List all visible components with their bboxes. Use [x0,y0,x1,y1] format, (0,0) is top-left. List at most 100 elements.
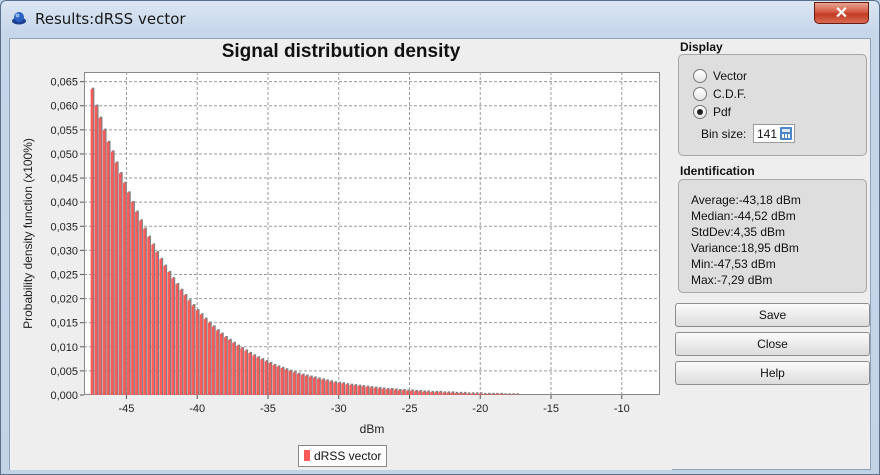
bar [155,252,158,395]
bar [232,342,235,395]
x-tick-label: -20 [472,403,488,415]
bar [248,353,251,395]
y-axis-label: Probability density function (x100%) [21,138,35,329]
bar [260,359,264,395]
stat-variance: Variance:18,95 dBm [691,241,799,255]
identification-group-label: Identification [680,164,755,178]
bar [252,355,255,395]
bar [345,384,348,395]
radio-vector-button[interactable] [693,69,707,83]
display-group-label: Display [680,40,723,54]
y-tick-label: 0,045 [50,173,78,185]
bin-size-input[interactable]: 141 [753,124,795,143]
bar [389,389,393,395]
bar [418,391,421,395]
x-tick-label: -15 [543,403,559,415]
radio-vector-label: Vector [713,69,748,83]
stat-min: Min:-47,53 dBm [691,257,776,271]
bar [381,388,385,395]
bar [183,295,187,395]
bar [357,385,361,395]
bin-size-label: Bin size: [701,127,747,141]
bar [341,383,344,395]
radio-cdf-button[interactable] [693,87,707,101]
radio-cdf[interactable]: C.D.F. [693,86,746,102]
bar [442,392,446,395]
bar [325,380,328,395]
bar [426,391,429,395]
bar [244,350,247,395]
x-tick-label: -25 [402,403,418,415]
y-tick-label: 0,060 [50,101,78,113]
bar [482,394,486,395]
bar [361,386,365,395]
bar [98,117,102,395]
bar [268,363,272,395]
x-tick-label: -10 [614,403,630,415]
bar [304,375,308,395]
chart-svg: 0,000 0,005 0,010 0,015 0,020 0,025 0,030 0,035… [21,72,660,436]
bar [187,300,191,395]
close-button[interactable]: Close [675,332,870,356]
radio-vector[interactable]: Vector [693,68,747,84]
bar [402,390,405,395]
bar [288,370,292,395]
bar [446,392,449,395]
radio-pdf-button[interactable] [693,105,707,119]
y-tick-label: 0,005 [50,366,78,378]
bar [349,384,353,395]
bar [296,373,300,395]
legend: dRSS vector [298,445,388,467]
bar [207,322,211,395]
bar [167,272,171,395]
bar [434,392,437,395]
window-title: Results:dRSS vector [35,10,186,28]
bar [171,278,175,395]
bar [458,393,462,395]
bar [333,382,336,395]
radio-pdf[interactable]: Pdf [693,104,731,120]
bar [90,88,94,395]
bar [499,394,502,395]
x-axis-label: dBm [360,422,385,436]
help-button[interactable]: Help [675,361,870,385]
bar [191,305,195,395]
bar [220,333,223,395]
bar [292,372,296,395]
bar [199,314,203,395]
bar [118,173,122,395]
bar [127,192,130,395]
bar [369,387,373,395]
bar [309,376,312,395]
bar [276,366,280,395]
bar [474,393,478,395]
save-button[interactable]: Save [675,303,870,327]
bar [462,393,466,395]
bar [373,387,377,395]
x-tick-label: -30 [331,403,347,415]
bar [179,289,183,395]
bar [256,357,259,395]
window-close-button[interactable]: ✕ [814,2,869,24]
legend-swatch [304,450,310,461]
title-bar[interactable]: Results:dRSS vector ✕ [1,1,879,35]
stat-average: Average:-43,18 dBm [691,193,801,207]
calculator-icon[interactable] [780,127,792,140]
y-tick-label: 0,020 [50,294,78,306]
bar [114,162,118,395]
legend-label: dRSS vector [314,449,382,463]
bar [203,318,207,395]
bar [135,211,138,395]
y-tick-label: 0,035 [50,221,78,233]
bar [377,388,381,395]
bar [216,330,219,395]
bar [430,392,433,395]
bar [211,326,215,395]
identification-group: Average:-43,18 dBm Median:-44,52 dBm Std… [678,179,867,293]
radio-cdf-label: C.D.F. [713,87,747,101]
bar [365,386,369,395]
bar [94,105,98,395]
stat-stddev: StdDev:4,35 dBm [691,225,786,239]
bar [393,389,397,395]
bar [272,365,276,395]
